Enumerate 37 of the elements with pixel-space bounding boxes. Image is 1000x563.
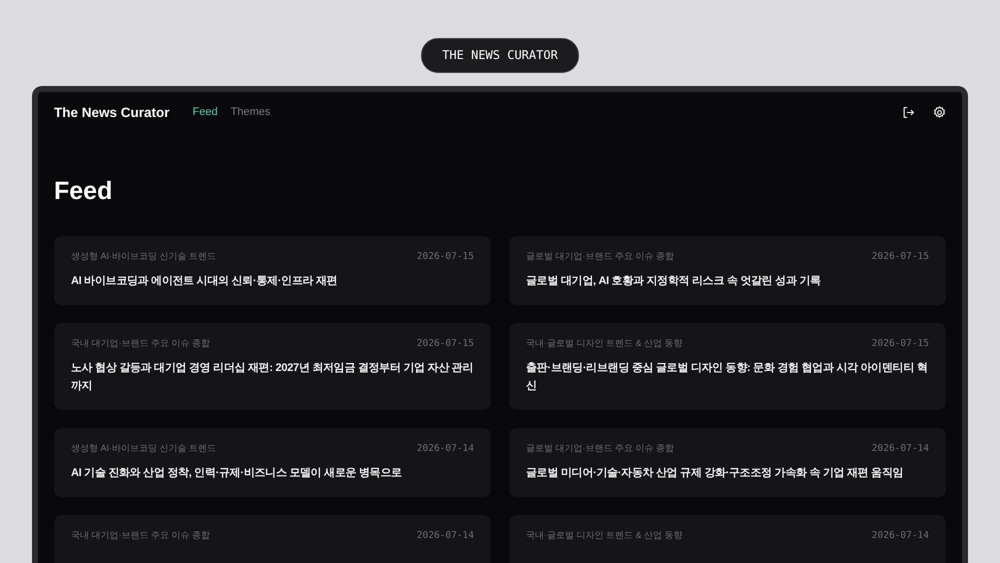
- article-card[interactable]: 생성형 AI·바이브코딩 신기술 트렌드 2026-07-15 AI 바이브코딩과 에이전트 시대의 신뢰·통제·인프라 재편: [54, 236, 491, 305]
- category-label: 생성형 AI·바이브코딩 신기술 트렌드: [71, 442, 216, 455]
- article-title: 노사 협상 갈등과 대기업 경영 리더십 재편: 2027년 최저임금 결정부터 기업 자산 관리까지: [71, 361, 474, 394]
- title-badge: THE NEWS CURATOR: [421, 38, 579, 73]
- article-title: 글로벌 미디어·기술·자동차 산업 규제 강화·구조조정 가속화 속 기업 재편 움직임: [526, 466, 904, 481]
- category-label: 글로벌 대기업·브랜드 주요 이슈 종합: [526, 442, 674, 455]
- date-label: 2026-07-14: [416, 443, 474, 454]
- article-card[interactable]: 글로벌 대기업·브랜드 주요 이슈 종합 2026-07-14 글로벌 미디어·기술·자동차 산업 규제 강화·구조조정 가속화 속 기업 재편 움직임: [509, 428, 946, 497]
- category-label: 국내·글로벌 디자인 트렌드 & 산업 동향: [526, 337, 683, 350]
- category-label: 국내 대기업·브랜드 주요 이슈 종합: [71, 337, 210, 350]
- date-label: 2026-07-15: [872, 251, 929, 262]
- nav-link[interactable]: Feed: [192, 106, 218, 118]
- article-title: 출판·브랜딩·리브랜딩 중심 글로벌 디자인 동향: 문화 경험 협업과 시각 아이덴티티 혁신: [526, 361, 928, 394]
- article-title: AI 바이브코딩과 에이전트 시대의 신뢰·통제·인프라 재편: [71, 274, 338, 289]
- article-title: AI 기술 진화와 산업 정착, 인력·규제·비즈니스 모델이 새로운 병목으로: [71, 466, 403, 481]
- date-label: 2026-07-14: [872, 530, 929, 541]
- logout-icon[interactable]: [902, 106, 915, 118]
- category-label: 글로벌 대기업·브랜드 주요 이슈 종합: [526, 250, 674, 263]
- category-label: 국내 대기업·브랜드 주요 이슈 종합: [71, 529, 210, 542]
- date-label: 2026-07-15: [416, 338, 474, 349]
- article-title: 글로벌 대기업, AI 호황과 지정학적 리스크 속 엇갈린 성과 기록: [526, 274, 822, 289]
- article-card[interactable]: 국내·글로벌 디자인 트렌드 & 산업 동향 2026-07-15 출판·브랜딩·리브랜딩 중심 글로벌 디자인 동향: 문화 경험 협업과 시각 아이덴티티 혁신: [509, 323, 946, 410]
- date-label: 2026-07-14: [416, 530, 474, 541]
- category-label: 생성형 AI·바이브코딩 신기술 트렌드: [71, 250, 216, 263]
- article-card[interactable]: 글로벌 대기업·브랜드 주요 이슈 종합 2026-07-15 글로벌 대기업, AI 호황과 지정학적 리스크 속 엇갈린 성과 기록: [509, 236, 946, 305]
- article-card[interactable]: 국내 대기업·브랜드 주요 이슈 종합 2026-07-15 노사 협상 갈등과 대기업 경영 리더십 재편: 2027년 최저임금 결정부터 기업 자산 관리까지: [54, 323, 491, 410]
- article-card[interactable]: 생성형 AI·바이브코딩 신기술 트렌드 2026-07-14 AI 기술 진화와 산업 정착, 인력·규제·비즈니스 모델이 새로운 병목으로: [54, 428, 491, 497]
- article-card[interactable]: 국내 대기업·브랜드 주요 이슈 종합 2026-07-14: [54, 515, 491, 563]
- nav-link[interactable]: Themes: [230, 106, 270, 118]
- category-label: 국내·글로벌 디자인 트렌드 & 산업 동향: [526, 529, 683, 542]
- app-title: The News Curator: [54, 104, 170, 120]
- date-label: 2026-07-15: [416, 251, 474, 262]
- page-heading: Feed: [54, 176, 114, 206]
- date-label: 2026-07-15: [872, 338, 929, 349]
- date-label: 2026-07-14: [872, 443, 929, 454]
- article-card[interactable]: 국내·글로벌 디자인 트렌드 & 산업 동향 2026-07-14: [509, 515, 946, 563]
- settings-icon[interactable]: [933, 106, 946, 118]
